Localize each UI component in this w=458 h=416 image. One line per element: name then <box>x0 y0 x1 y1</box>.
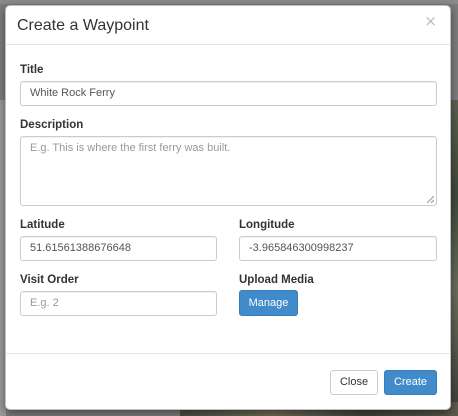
close-icon[interactable]: × <box>424 14 437 29</box>
resize-grip-icon[interactable] <box>427 196 434 203</box>
upload-media-label: Upload Media <box>239 274 314 286</box>
description-label: Description <box>20 119 84 131</box>
visit-order-label: Visit Order <box>20 274 79 286</box>
close-button[interactable]: Close <box>330 370 378 395</box>
create-waypoint-dialog: Create a Waypoint × Title White Rock Fer… <box>5 5 451 410</box>
longitude-input[interactable]: -3.965846300998237 <box>239 236 437 261</box>
longitude-label: Longitude <box>239 219 295 231</box>
modal-header: Create a Waypoint × <box>6 6 450 45</box>
latitude-input[interactable]: 51.61561388676648 <box>20 236 217 261</box>
description-textarea[interactable]: E.g. This is where the first ferry was b… <box>20 136 437 206</box>
backdrop-top <box>0 0 458 4</box>
create-button[interactable]: Create <box>384 370 437 395</box>
title-label: Title <box>20 64 44 76</box>
latitude-label: Latitude <box>20 219 65 231</box>
modal-title: Create a Waypoint <box>17 17 149 34</box>
title-input[interactable]: White Rock Ferry <box>20 81 437 106</box>
manage-button[interactable]: Manage <box>239 290 298 316</box>
footer-divider <box>6 353 450 354</box>
visit-order-input[interactable]: E.g. 2 <box>20 291 217 316</box>
description-placeholder: E.g. This is where the first ferry was b… <box>30 142 231 154</box>
